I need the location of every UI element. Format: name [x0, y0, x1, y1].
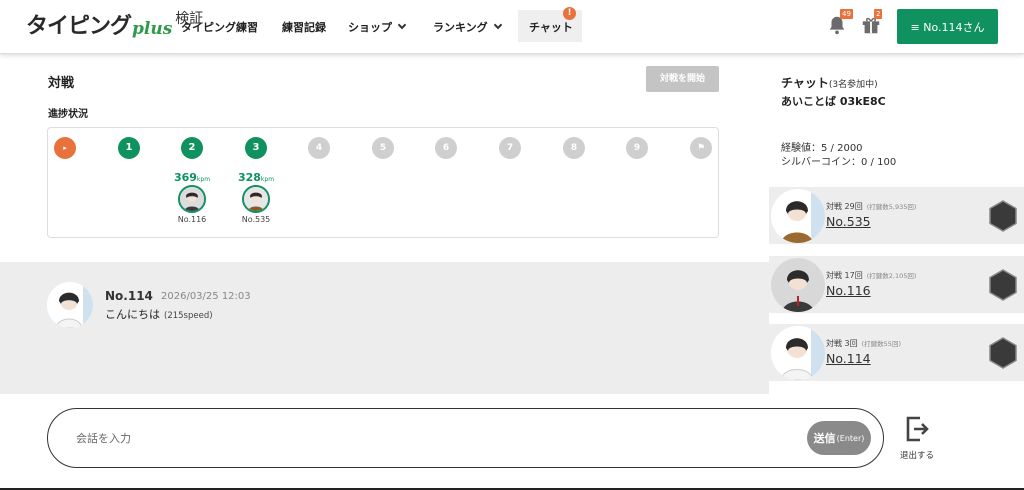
- bell-icon[interactable]: 49: [826, 9, 853, 38]
- player-name-link[interactable]: No.116: [826, 283, 871, 298]
- rank-hexagon-icon: [989, 337, 1017, 369]
- logo-main-text: タイピング: [26, 14, 132, 39]
- rank-hexagon-icon: [989, 269, 1017, 301]
- message-composer: 送信(Enter): [47, 408, 884, 468]
- exp-value: 経験値：5 / 2000: [781, 143, 863, 154]
- player-name-link[interactable]: No.114: [826, 351, 871, 366]
- alert-badge: !: [563, 7, 576, 20]
- runner-marker: 369kpm No.116: [172, 171, 212, 224]
- nav-label: チャット: [529, 21, 573, 34]
- player-card[interactable]: 対戦 17回 (打鍵数2,105回) No.116: [769, 256, 1024, 313]
- message-speed: (215speed): [164, 311, 213, 321]
- nav-label: ショップ: [348, 21, 392, 34]
- nav-shop[interactable]: ショップ: [348, 19, 407, 35]
- message-text: こんにちは: [105, 308, 160, 321]
- exit-label: 退出する: [899, 451, 934, 461]
- runner-kpm: 369kpm: [173, 171, 211, 184]
- nav-practice-record[interactable]: 練習記録: [282, 19, 326, 35]
- gift-count: 2: [874, 9, 883, 19]
- player-card[interactable]: 対戦 3回 (打鍵数55回) No.114: [769, 324, 1024, 381]
- runner-name: No.535: [241, 215, 271, 224]
- step-2: 2: [181, 137, 203, 159]
- user-menu-button[interactable]: ≡ No.114さん: [897, 9, 998, 44]
- nav-label: ランキング: [433, 21, 488, 34]
- start-battle-button[interactable]: 対戦を開始: [646, 66, 719, 92]
- step-goal-flag-icon: ⚑: [690, 137, 712, 159]
- avatar: [47, 282, 93, 328]
- site-logo[interactable]: タイピング plus 検証: [26, 8, 203, 42]
- step-3: 3: [245, 137, 267, 159]
- message-body: こんにちは (215speed): [105, 306, 213, 322]
- battle-title: 対戦: [48, 76, 75, 91]
- participant-count: (3名参加中): [828, 80, 878, 90]
- step-6: 6: [435, 137, 457, 159]
- avatar: [771, 326, 825, 380]
- chat-panel-title: チャット(3名参加中): [781, 74, 878, 91]
- player-card[interactable]: 対戦 29回 (打鍵数5,935回) No.535: [769, 187, 1024, 244]
- runner-name: No.116: [177, 215, 207, 224]
- send-hint: (Enter): [836, 433, 865, 443]
- user-stats: 経験値：5 / 2000 シルバーコイン：0 / 100: [781, 142, 896, 170]
- exit-button[interactable]: 退出する: [895, 415, 939, 461]
- avatar: [178, 185, 206, 213]
- step-9: 9: [626, 137, 648, 159]
- message-timestamp: 2026/03/25 12:03: [161, 291, 251, 302]
- logo-plus-text: plus: [132, 19, 173, 39]
- send-button[interactable]: 送信 (Enter): [807, 421, 871, 455]
- step-start-icon: ▸: [54, 137, 76, 159]
- user-menu-label: ≡ No.114さん: [910, 20, 985, 34]
- chat-title-text: チャット: [781, 76, 829, 90]
- nav-chat[interactable]: チャット !: [518, 7, 582, 42]
- player-battles: 対戦 3回 (打鍵数55回): [826, 339, 901, 348]
- step-8: 8: [563, 137, 585, 159]
- chevron-down-icon: [493, 20, 502, 30]
- room-code: あいことば 03kE8C: [781, 95, 886, 108]
- nav-ranking[interactable]: ランキング: [433, 19, 502, 35]
- step-5: 5: [372, 137, 394, 159]
- player-battles: 対戦 17回 (打鍵数2,105回): [826, 271, 917, 280]
- send-label: 送信: [813, 432, 836, 445]
- message-author: No.114: [105, 289, 153, 303]
- player-name-link[interactable]: No.535: [826, 214, 871, 229]
- step-7: 7: [499, 137, 521, 159]
- notification-count: 49: [840, 9, 853, 19]
- avatar: [771, 189, 825, 243]
- gift-icon[interactable]: 2: [860, 9, 884, 38]
- chat-log[interactable]: [0, 262, 769, 394]
- avatar: [771, 258, 825, 312]
- nav-typing-practice[interactable]: タイピング練習: [181, 19, 258, 35]
- avatar: [242, 185, 270, 213]
- runner-kpm: 328kpm: [237, 171, 275, 184]
- runner-marker: 328kpm No.535: [236, 171, 276, 224]
- nav-label: 練習記録: [282, 21, 326, 34]
- step-4: 4: [308, 137, 330, 159]
- step-1: 1: [118, 137, 140, 159]
- progress-label: 進捗状況: [48, 109, 88, 120]
- coin-value: シルバーコイン：0 / 100: [781, 157, 897, 168]
- player-battles: 対戦 29回 (打鍵数5,935回): [826, 202, 917, 211]
- exit-icon: [906, 416, 929, 442]
- chevron-down-icon: [397, 20, 407, 30]
- rank-hexagon-icon: [989, 200, 1017, 232]
- header: タイピング plus 検証 タイピング練習 練習記録 ショップ ランキング チャ…: [0, 0, 1024, 54]
- message-input[interactable]: [76, 428, 776, 448]
- nav-label: タイピング練習: [181, 21, 258, 34]
